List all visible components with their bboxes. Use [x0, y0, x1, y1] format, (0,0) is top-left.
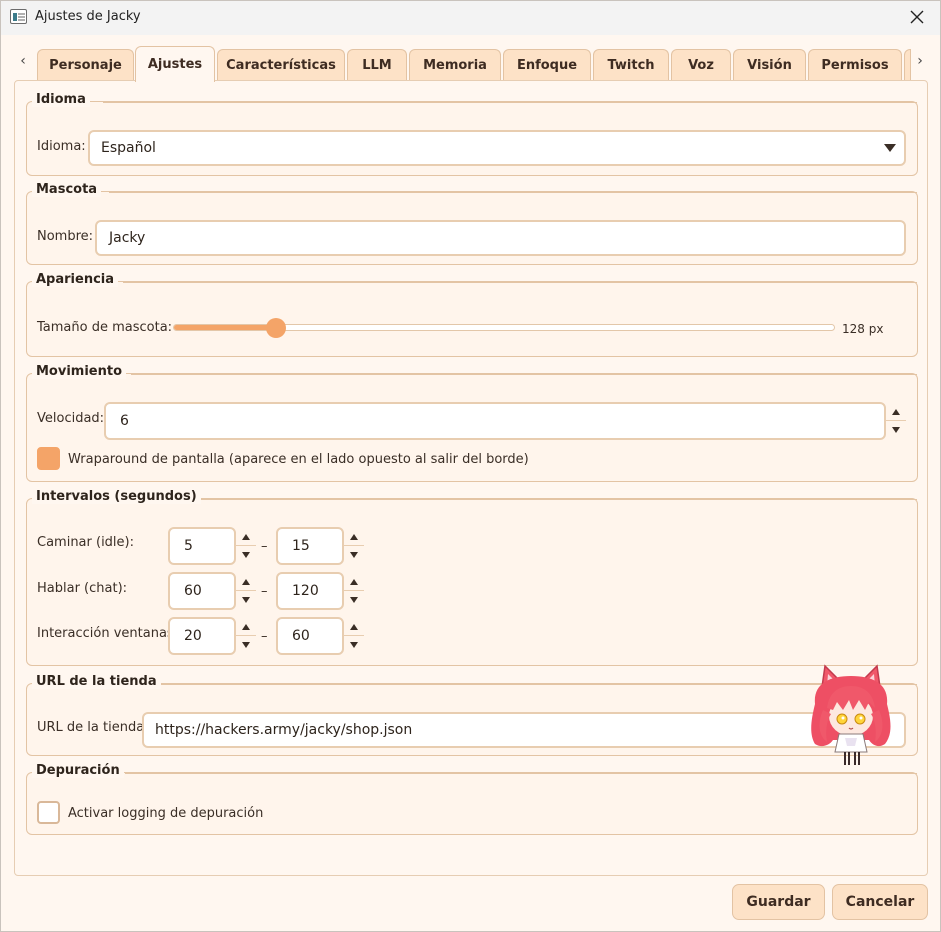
- tab-memoria[interactable]: Memoria: [409, 49, 501, 81]
- caminar-min-decrement-button[interactable]: [239, 547, 253, 563]
- hablar-min-spinbox[interactable]: 60: [168, 572, 256, 610]
- velocidad-decrement-button[interactable]: [889, 422, 903, 438]
- tienda-url-value: https://hackers.army/jacky/shop.json: [155, 722, 413, 738]
- nombre-input[interactable]: Jacky: [95, 220, 906, 256]
- tienda-group: URL de la tienda URL de la tienda: https…: [26, 674, 918, 756]
- hablar-max-spin-buttons: [344, 572, 364, 610]
- tienda-group-title: URL de la tienda: [32, 674, 161, 689]
- caminar-min-spinbox[interactable]: 5: [168, 527, 256, 565]
- interaccion-min-increment-button[interactable]: [239, 619, 253, 635]
- apariencia-group-title: Apariencia: [32, 272, 119, 287]
- interaccion-max-spinbox[interactable]: 60: [276, 617, 364, 655]
- tab-llm[interactable]: LLM: [347, 49, 407, 81]
- idioma-select[interactable]: Español: [88, 130, 906, 166]
- hablar-max-value: 120: [292, 583, 319, 599]
- debug-logging-label: Activar logging de depuración: [68, 806, 264, 821]
- caminar-min-value: 5: [184, 538, 193, 554]
- tienda-label: URL de la tienda:: [37, 720, 149, 735]
- movimiento-group-title: Movimiento: [32, 364, 127, 379]
- wraparound-label: Wraparound de pantalla (aparece en el la…: [68, 452, 529, 467]
- nombre-input-value: Jacky: [109, 230, 146, 246]
- tab-permisos[interactable]: Permisos: [808, 49, 902, 81]
- close-icon: [910, 10, 924, 24]
- idioma-label: Idioma:: [37, 139, 86, 154]
- caminar-max-spinbox[interactable]: 15: [276, 527, 364, 565]
- depuracion-group: Depuración Activar logging de depuración: [26, 763, 918, 835]
- hablar-min-spin-buttons: [236, 572, 256, 610]
- caminar-min-increment-button[interactable]: [239, 529, 253, 545]
- velocidad-spin-buttons: [886, 402, 906, 440]
- depuracion-group-title: Depuración: [32, 763, 124, 778]
- interaccion-range-separator: –: [261, 629, 268, 644]
- hablar-min-value: 60: [184, 583, 202, 599]
- hablar-max-spinbox[interactable]: 120: [276, 572, 364, 610]
- apariencia-group: Apariencia Tamaño de mascota: 128 px: [26, 272, 918, 357]
- close-button[interactable]: [894, 1, 940, 33]
- caminar-max-value: 15: [292, 538, 310, 554]
- settings-panel: Idioma Idioma: Español Mascota Nombre: J…: [14, 80, 928, 876]
- cancelar-button[interactable]: Cancelar: [832, 884, 928, 920]
- tienda-url-input[interactable]: https://hackers.army/jacky/shop.json: [142, 712, 906, 748]
- interaccion-min-value: 20: [184, 628, 202, 644]
- nombre-label: Nombre:: [37, 229, 94, 244]
- velocidad-label: Velocidad:: [37, 411, 105, 426]
- interaccion-label: Interacción ventanas:: [37, 626, 179, 641]
- velocidad-value: 6: [120, 413, 129, 429]
- tab-ajustes[interactable]: Ajustes: [135, 46, 215, 82]
- tab-twitch[interactable]: Twitch: [593, 49, 669, 81]
- window-title: Ajustes de Jacky: [35, 9, 141, 24]
- tamano-slider-fill: [174, 325, 277, 330]
- app-icon: [10, 9, 27, 24]
- tamano-slider-handle[interactable]: [265, 318, 286, 338]
- guardar-button[interactable]: Guardar: [732, 884, 825, 920]
- tamano-label: Tamaño de mascota:: [37, 320, 173, 335]
- intervalos-group-title: Intervalos (segundos): [32, 489, 201, 504]
- mascota-group-title: Mascota: [32, 182, 102, 197]
- caminar-max-increment-button[interactable]: [347, 529, 361, 545]
- caminar-label: Caminar (idle):: [37, 535, 134, 550]
- intervalos-group: Intervalos (segundos) Caminar (idle): 5 …: [26, 489, 918, 666]
- caminar-range-separator: –: [261, 539, 268, 554]
- velocidad-spinbox[interactable]: 6: [104, 402, 906, 440]
- movimiento-group: Movimiento Velocidad: 6 Wraparound de pa…: [26, 364, 918, 482]
- interaccion-min-spin-buttons: [236, 617, 256, 655]
- hablar-max-decrement-button[interactable]: [347, 592, 361, 608]
- caminar-max-decrement-button[interactable]: [347, 547, 361, 563]
- debug-logging-checkbox[interactable]: [37, 801, 60, 824]
- wraparound-checkbox[interactable]: [37, 447, 60, 470]
- chevron-right-icon[interactable]: ›: [912, 53, 928, 73]
- tab-enfoque[interactable]: Enfoque: [503, 49, 591, 81]
- hablar-min-decrement-button[interactable]: [239, 592, 253, 608]
- title-bar[interactable]: Ajustes de Jacky: [1, 1, 940, 35]
- tab-voz[interactable]: Voz: [671, 49, 731, 81]
- interaccion-max-increment-button[interactable]: [347, 619, 361, 635]
- tab-personaje[interactable]: Personaje: [37, 49, 134, 81]
- chevron-down-icon: [884, 144, 896, 152]
- tamano-value: 128 px: [842, 322, 884, 336]
- velocidad-increment-button[interactable]: [889, 404, 903, 420]
- idioma-group: Idioma Idioma: Español: [26, 92, 918, 176]
- hablar-range-separator: –: [261, 584, 268, 599]
- mascota-group: Mascota Nombre: Jacky: [26, 182, 918, 265]
- hablar-max-increment-button[interactable]: [347, 574, 361, 590]
- idioma-group-title: Idioma: [32, 92, 90, 107]
- tab-bar: ‹ Personaje Ajustes Características LLM …: [13, 45, 931, 82]
- tab-caracteristicas[interactable]: Características: [217, 49, 345, 81]
- tab-overflow[interactable]: [904, 49, 911, 81]
- idioma-select-value: Español: [101, 140, 156, 156]
- interaccion-min-decrement-button[interactable]: [239, 637, 253, 653]
- mascot-character[interactable]: [809, 664, 893, 768]
- tab-vision[interactable]: Visión: [733, 49, 806, 81]
- chevron-left-icon[interactable]: ‹: [15, 53, 31, 73]
- settings-window: Ajustes de Jacky ‹ Personaje Ajustes Car…: [0, 0, 941, 932]
- interaccion-max-spin-buttons: [344, 617, 364, 655]
- caminar-min-spin-buttons: [236, 527, 256, 565]
- interaccion-max-value: 60: [292, 628, 310, 644]
- hablar-label: Hablar (chat):: [37, 581, 128, 596]
- interaccion-max-decrement-button[interactable]: [347, 637, 361, 653]
- hablar-min-increment-button[interactable]: [239, 574, 253, 590]
- interaccion-min-spinbox[interactable]: 20: [168, 617, 256, 655]
- caminar-max-spin-buttons: [344, 527, 364, 565]
